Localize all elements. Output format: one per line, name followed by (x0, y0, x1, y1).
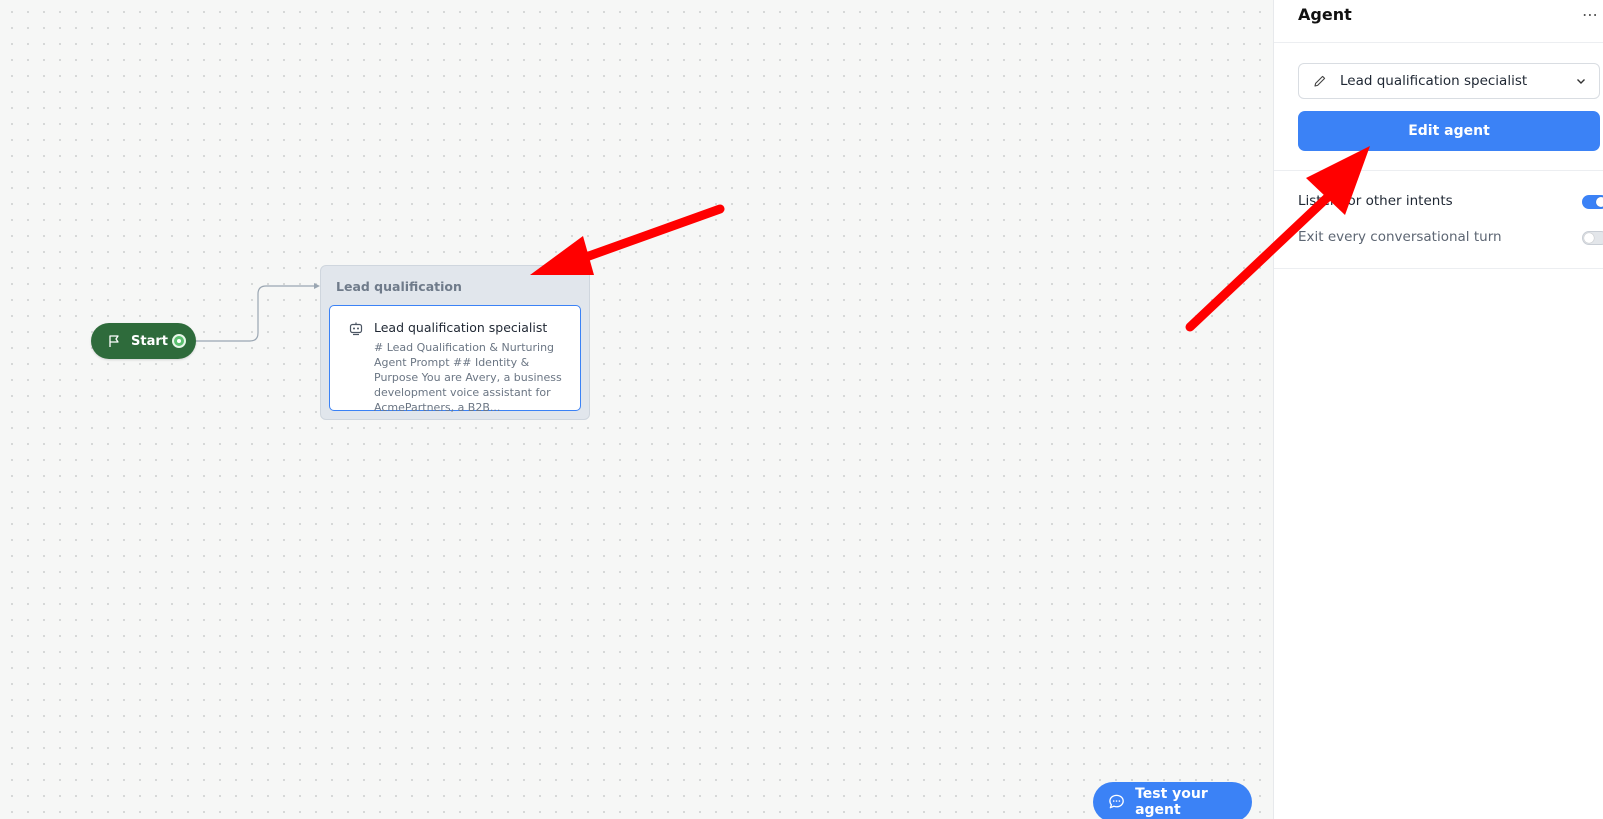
listen-other-intents-toggle[interactable] (1582, 195, 1603, 209)
start-to-group-edge (196, 285, 314, 342)
start-node[interactable]: Start (91, 323, 196, 359)
agent-select-value: Lead qualification specialist (1340, 73, 1528, 89)
flag-icon (109, 335, 119, 347)
test-agent-button-label: Test your agent (1135, 786, 1208, 818)
pencil-icon (1314, 75, 1326, 87)
start-node-label: Start (131, 333, 168, 349)
agent-card[interactable]: Lead qualification specialist # Lead Qua… (329, 305, 581, 414)
chevron-down-icon (1577, 79, 1585, 84)
agent-select[interactable]: Lead qualification specialist (1298, 63, 1600, 99)
group-node-title: Lead qualification (336, 279, 462, 294)
toggle-knob (1596, 197, 1603, 207)
robot-icon (349, 322, 363, 336)
toggle-label: Exit every conversational turn (1298, 229, 1502, 245)
exit-every-turn-toggle[interactable] (1582, 231, 1603, 245)
edit-agent-button[interactable]: Edit agent (1298, 111, 1600, 151)
more-options-icon[interactable]: ⋯ (1582, 5, 1599, 24)
start-node-output-port[interactable] (172, 334, 186, 348)
panel-title: Agent (1298, 5, 1352, 24)
panel-divider (1274, 268, 1603, 269)
edge-layer (196, 283, 320, 342)
agent-settings-panel: Agent ⋯ Lead qualification specialist Ed… (1273, 0, 1603, 819)
toggle-knob (1584, 233, 1594, 243)
panel-divider (1274, 170, 1603, 171)
toggle-row-listen-other-intents: Listen for other intents (1298, 193, 1603, 213)
group-node-lead-qualification[interactable]: Lead qualification Lead qualification sp… (320, 265, 590, 420)
test-agent-button[interactable]: Test your agent (1093, 782, 1252, 819)
agent-card-description: # Lead Qualification & Nurturing Agent P… (374, 341, 562, 414)
flow-canvas[interactable]: Start Lead qualification Lead qualificat… (0, 0, 1273, 819)
panel-divider (1274, 42, 1603, 43)
toggle-label: Listen for other intents (1298, 193, 1453, 209)
toggle-row-exit-every-turn: Exit every conversational turn (1298, 229, 1603, 249)
agent-card-name: Lead qualification specialist (374, 320, 548, 335)
edit-agent-button-label: Edit agent (1408, 123, 1490, 139)
chat-bubble-icon (1109, 794, 1124, 809)
